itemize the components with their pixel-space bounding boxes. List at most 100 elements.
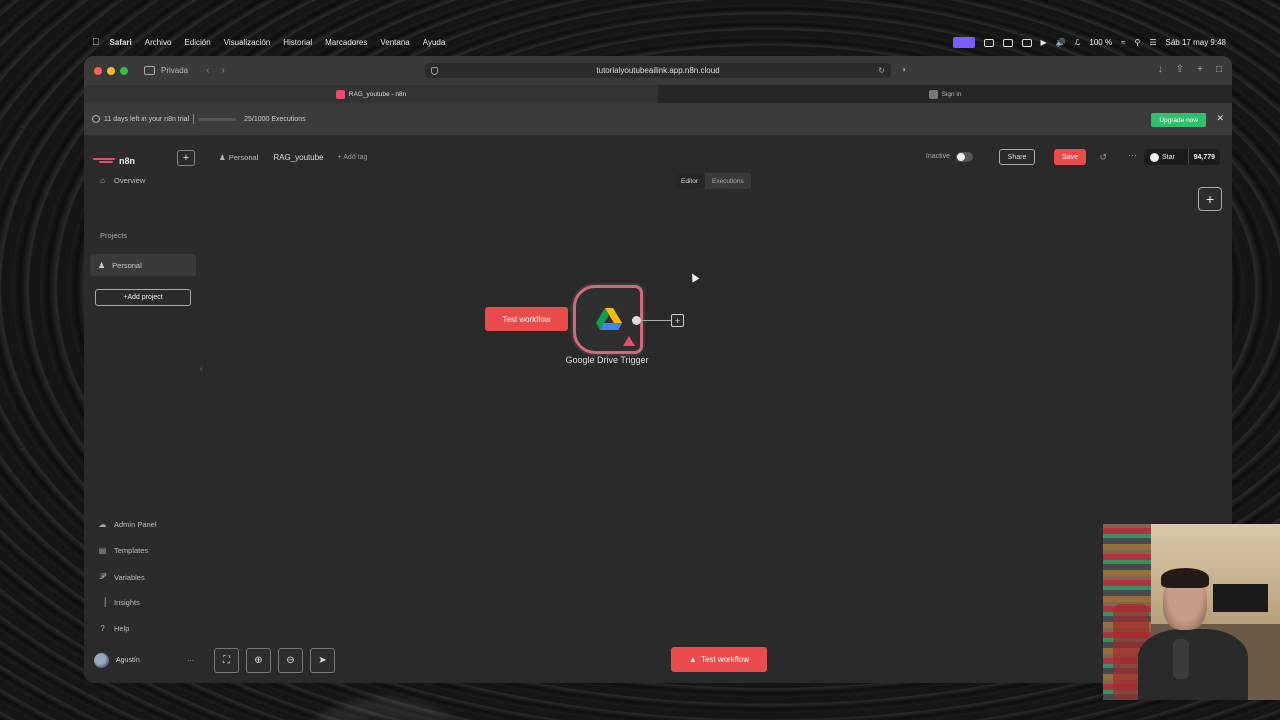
reload-icon[interactable]: ↻ <box>878 66 885 75</box>
mouse-cursor-icon <box>688 271 700 283</box>
tab-rag-youtube[interactable]: RAG_youtube - n8n <box>84 85 658 103</box>
webcam-person-body <box>1138 629 1248 700</box>
star-count: 94,779 <box>1187 149 1220 165</box>
sidebar-item-templates[interactable]: ▤ Templates <box>98 546 148 555</box>
menu-marcadores[interactable]: Marcadores <box>325 38 367 47</box>
menu-visualizacion[interactable]: Visualización <box>224 38 271 47</box>
projects-heading: Projects <box>100 231 128 240</box>
webcam-microphone <box>1173 639 1189 679</box>
create-new-button[interactable]: + <box>177 150 195 166</box>
forward-icon[interactable]: › <box>221 65 224 76</box>
url-text: tutorialyoutubeailink.app.n8n.cloud <box>596 66 720 75</box>
clock[interactable]: Sáb 17 may 9:48 <box>1166 38 1226 47</box>
sidebar-item-variables[interactable]: 𝓟 Variables <box>98 572 145 582</box>
title-bar: Privada ‹ › tutorialyoutubeailink.app.n8… <box>84 56 1232 85</box>
private-label: Privada <box>161 66 189 75</box>
zoom-out-icon[interactable]: ⊖ <box>278 648 303 673</box>
nav-arrows: ‹ › <box>206 65 225 76</box>
bluetooth-icon[interactable]: ℒ <box>1075 38 1081 47</box>
menu-historial[interactable]: Historial <box>283 38 312 47</box>
close-window-button[interactable] <box>94 66 102 75</box>
zoom-window-button[interactable] <box>120 66 128 75</box>
test-workflow-inline-button[interactable]: Test workflow <box>485 307 568 331</box>
signin-favicon-icon <box>928 89 938 99</box>
search-icon[interactable]: ⚲ <box>1134 38 1140 47</box>
wifi-icon[interactable]: ≈ <box>1121 38 1125 47</box>
workflow-name[interactable]: RAG_youtube <box>273 153 323 162</box>
github-star-button[interactable]: Star 94,779 <box>1144 149 1220 165</box>
screen-record-icon[interactable] <box>952 37 975 48</box>
apple-icon[interactable]:  <box>92 37 100 48</box>
add-project-button[interactable]: +Add project <box>95 289 191 306</box>
sidebar-item-label: Templates <box>114 546 149 555</box>
webcam-monitor <box>1213 584 1268 612</box>
user-icon: ♟ <box>98 260 106 270</box>
history-icon[interactable]: ↺ <box>1099 152 1107 163</box>
info-icon <box>92 115 100 123</box>
menu-archivo[interactable]: Archivo <box>145 38 172 47</box>
status-icon-2[interactable] <box>1002 38 1013 47</box>
sidebar-item-label: Insights <box>114 598 140 607</box>
sidebar-item-label: Admin Panel <box>114 520 157 529</box>
macos-menubar:  Safari Archivo Edición Visualización H… <box>84 34 1232 51</box>
minimize-window-button[interactable] <box>107 66 115 75</box>
sidebar-item-label: Overview <box>114 176 146 185</box>
fit-view-icon[interactable]: ⛶ <box>214 648 239 673</box>
save-button[interactable]: Save <box>1054 149 1086 165</box>
tab-editor[interactable]: Editor <box>674 173 705 189</box>
menu-edicion[interactable]: Edición <box>184 38 210 47</box>
add-tag-link[interactable]: + Add tag <box>338 154 368 161</box>
menu-ventana[interactable]: Ventana <box>380 38 409 47</box>
tab-label: Sign in <box>941 90 962 98</box>
star-label: Star <box>1162 153 1175 161</box>
window-controls <box>94 66 128 75</box>
privacy-report-icon[interactable]: ◑ <box>901 65 906 74</box>
github-icon <box>1150 152 1159 162</box>
google-drive-icon <box>596 308 622 330</box>
control-center-icon[interactable]: ☰ <box>1149 38 1156 47</box>
volume-icon[interactable]: 🔊 <box>1056 38 1066 47</box>
home-icon: ⌂ <box>100 176 105 185</box>
sidebar-item-help[interactable]: ? Help <box>98 624 129 633</box>
breadcrumb-personal[interactable]: ♟ Personal <box>219 153 258 162</box>
add-next-node-button[interactable]: + <box>671 314 684 327</box>
toolbar-right: ↓ ⇧ + □ <box>1158 64 1222 75</box>
node-connector <box>641 320 671 321</box>
new-tab-icon[interactable]: + <box>1197 64 1203 75</box>
add-node-button[interactable]: + <box>1198 187 1222 211</box>
user-more-icon[interactable]: ⋯ <box>187 657 194 665</box>
select-tool-icon[interactable]: ➤ <box>310 648 335 673</box>
sidebar-toggle-icon[interactable] <box>144 66 155 75</box>
play-icon[interactable]: ▶ <box>1041 38 1047 47</box>
status-icon-3[interactable] <box>1021 38 1032 47</box>
warning-icon[interactable] <box>623 336 635 346</box>
back-icon[interactable]: ‹ <box>206 65 209 76</box>
tab-overview-icon[interactable]: □ <box>1216 64 1222 75</box>
zoom-in-icon[interactable]: ⊕ <box>246 648 271 673</box>
tab-sign-in[interactable]: Sign in <box>658 85 1232 103</box>
workflow-canvas[interactable]: ♟ Personal RAG_youtube + Add tag Inactiv… <box>205 135 1232 683</box>
sidebar-item-overview[interactable]: ⌂ Overview <box>98 176 145 185</box>
share-button[interactable]: Share <box>999 149 1035 165</box>
sidebar-item-label: Variables <box>114 572 145 582</box>
share-icon[interactable]: ⇧ <box>1176 64 1184 75</box>
upgrade-now-button[interactable]: Upgrade now <box>1151 113 1206 127</box>
sidebar-item-admin-panel[interactable]: ☁ Admin Panel <box>98 520 157 529</box>
address-bar[interactable]: tutorialyoutubeailink.app.n8n.cloud ↻ <box>425 63 891 78</box>
battery-text: 100 % <box>1089 38 1113 47</box>
tab-executions[interactable]: Executions <box>705 173 751 189</box>
sidebar-item-label: Personal <box>112 260 142 270</box>
status-icon-1[interactable] <box>983 38 994 47</box>
more-options-icon[interactable]: ⋯ <box>1128 150 1137 161</box>
close-banner-icon[interactable]: ✕ <box>1216 113 1224 124</box>
active-toggle[interactable] <box>956 152 973 162</box>
sidebar-item-insights[interactable]: ▕ Insights <box>98 598 140 607</box>
menu-ayuda[interactable]: Ayuda <box>423 38 446 47</box>
user-menu[interactable]: Agustín ⋯ <box>94 653 194 668</box>
test-workflow-button[interactable]: ▲ Test workflow <box>671 647 767 672</box>
node-output-handle[interactable] <box>632 316 641 325</box>
sidebar-item-personal[interactable]: ♟ Personal <box>90 254 196 276</box>
menu-safari[interactable]: Safari <box>110 38 132 47</box>
webcam-overlay <box>1103 524 1280 700</box>
downloads-icon[interactable]: ↓ <box>1158 64 1163 75</box>
